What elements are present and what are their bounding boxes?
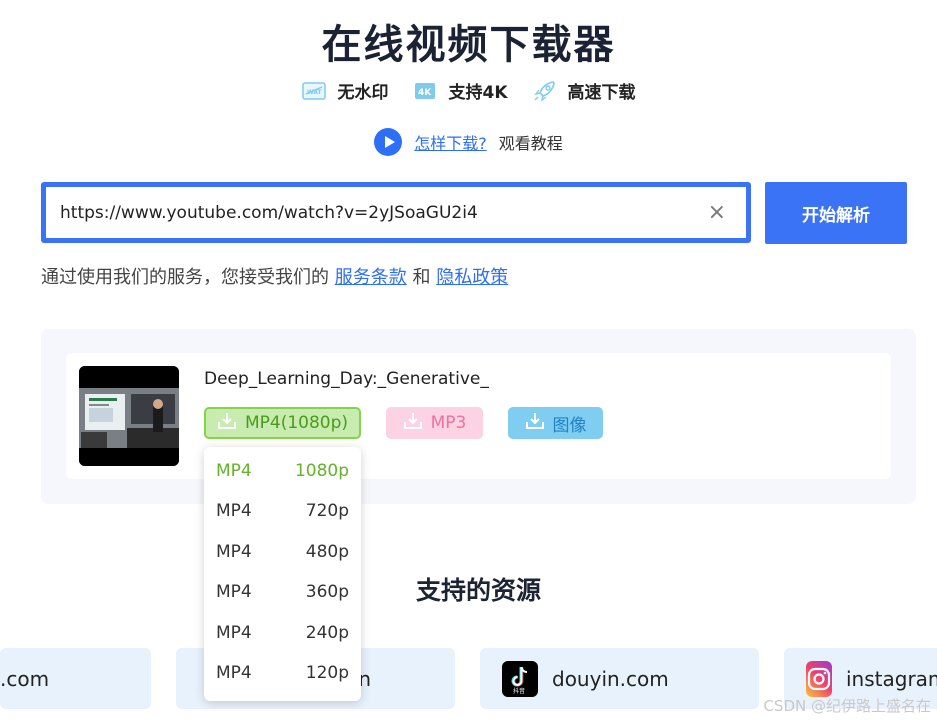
- source-label: instagram: [846, 666, 937, 691]
- terms-prefix: 通过使用我们的服务，您接受我们的: [41, 267, 329, 288]
- format-option-120p[interactable]: MP4 120p: [204, 653, 361, 693]
- howto-row: 怎样下载? 观看教程: [0, 128, 937, 156]
- quality-label: 360p: [305, 582, 349, 602]
- format-option-360p[interactable]: MP4 360p: [204, 572, 361, 612]
- format-label: MP4: [216, 582, 252, 602]
- format-label: MP4: [216, 542, 252, 562]
- format-label: MP4: [216, 623, 252, 643]
- feature-no-watermark: WAT 无水印: [301, 78, 388, 103]
- source-card[interactable]: .com: [0, 648, 151, 709]
- quality-label: 120p: [305, 663, 349, 683]
- video-thumbnail: [79, 366, 179, 466]
- howto-text: 观看教程: [498, 134, 563, 153]
- feature-fast-download: 高速下载: [532, 78, 636, 103]
- start-parse-button[interactable]: 开始解析: [765, 182, 907, 244]
- 4k-icon: 4K: [412, 80, 438, 102]
- terms-text: 通过使用我们的服务，您接受我们的 服务条款 和 隐私政策: [41, 263, 508, 289]
- instagram-icon: [806, 660, 832, 697]
- download-image-label: 图像: [552, 415, 587, 436]
- download-icon: [403, 412, 423, 435]
- rocket-icon: [532, 80, 558, 102]
- format-label: MP4: [216, 663, 252, 683]
- download-mp4-label: MP4(1080p): [244, 413, 349, 433]
- format-dropdown: MP4 1080p MP4 720p MP4 480p MP4 360p MP4…: [204, 447, 361, 701]
- download-mp3-button[interactable]: MP3: [386, 407, 483, 439]
- download-icon: [525, 412, 545, 435]
- clear-icon[interactable]: ×: [708, 200, 726, 225]
- feature-label: 高速下载: [567, 83, 636, 103]
- url-input[interactable]: [60, 202, 680, 223]
- source-label: douyin.com: [552, 666, 669, 691]
- video-title: Deep_Learning_Day:_Generative_: [204, 369, 489, 389]
- quality-label: 240p: [305, 623, 349, 643]
- watermark-text: CSDN @纪伊路上盛名在: [763, 697, 931, 715]
- format-option-720p[interactable]: MP4 720p: [204, 491, 361, 531]
- svg-text:抖音: 抖音: [513, 687, 525, 694]
- source-card-douyin[interactable]: 抖音 douyin.com: [480, 648, 759, 709]
- svg-text:4K: 4K: [418, 88, 432, 98]
- format-option-240p[interactable]: MP4 240p: [204, 613, 361, 653]
- feature-label: 无水印: [337, 83, 389, 103]
- format-label: MP4: [216, 461, 252, 481]
- format-option-1080p[interactable]: MP4 1080p: [204, 451, 361, 491]
- download-image-button[interactable]: 图像: [508, 407, 603, 439]
- url-input-box: ×: [41, 182, 751, 243]
- download-icon: [217, 412, 237, 435]
- page-title: 在线视频下载器: [321, 22, 616, 68]
- quality-label: 1080p: [294, 461, 349, 481]
- source-label: .com: [0, 666, 50, 691]
- supported-sources-title: 支持的资源: [415, 576, 541, 605]
- format-label: MP4: [216, 501, 252, 521]
- quality-label: 480p: [305, 542, 349, 562]
- terms-and: 和: [412, 267, 431, 288]
- quality-label: 720p: [305, 501, 349, 521]
- howto-link[interactable]: 怎样下载?: [414, 130, 487, 154]
- terms-of-service-link[interactable]: 服务条款: [335, 267, 407, 288]
- feature-label: 支持4K: [448, 83, 508, 103]
- download-mp4-button[interactable]: MP4(1080p): [204, 407, 361, 439]
- svg-text:WAT: WAT: [307, 89, 323, 96]
- download-mp3-label: MP3: [430, 413, 467, 433]
- feature-4k: 4K 支持4K: [412, 78, 508, 103]
- feature-list: WAT 无水印 4K 支持4K 高速下载: [0, 78, 937, 103]
- douyin-icon: 抖音: [502, 660, 538, 697]
- no-watermark-icon: WAT: [301, 80, 327, 102]
- format-option-480p[interactable]: MP4 480p: [204, 532, 361, 572]
- play-icon[interactable]: [374, 128, 403, 156]
- privacy-policy-link[interactable]: 隐私政策: [436, 267, 508, 288]
